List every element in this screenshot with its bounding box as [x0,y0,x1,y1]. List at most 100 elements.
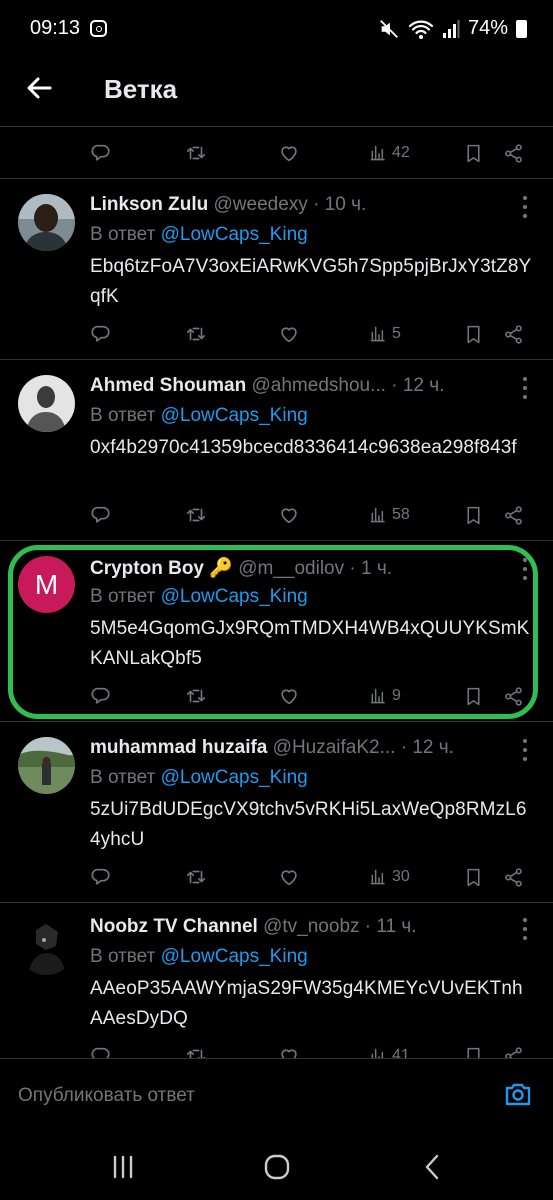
like-button[interactable] [278,314,300,354]
retweet-icon [185,1045,207,1058]
reply-to-link[interactable]: @LowCaps_King [161,946,308,967]
page-title: Ветка [104,74,178,104]
reply-button[interactable] [90,495,112,535]
avatar[interactable] [18,194,75,251]
recents-icon[interactable] [108,1152,138,1182]
reply-button[interactable] [90,1036,112,1058]
views-button[interactable]: 30 [369,857,410,897]
avatar[interactable] [18,737,75,794]
reply-context: В ответ @LowCaps_King [90,767,308,789]
author-handle[interactable]: @weedexy [214,194,308,215]
avatar[interactable]: M [18,556,75,613]
author-name[interactable]: Noobz TV Channel [90,916,258,937]
bookmark-icon [463,1046,484,1059]
retweet-button[interactable] [185,133,207,173]
share-icon [503,867,524,888]
author-handle[interactable]: @ahmedshou... [252,375,386,396]
retweet-icon [185,504,207,526]
like-button[interactable] [278,133,300,173]
views-button[interactable]: 42 [369,133,410,173]
tweet-time: · 12 ч. [391,375,445,396]
like-icon [278,866,300,888]
bookmark-button[interactable] [463,314,484,354]
tweet-header: Ahmed Shouman @ahmedshou... · 12 ч. [90,375,510,397]
more-icon[interactable] [518,377,532,399]
home-icon[interactable] [262,1152,292,1182]
more-icon[interactable] [518,558,532,580]
reply-input[interactable] [18,1085,418,1107]
signal-icon [442,19,460,38]
author-name[interactable]: Ahmed Shouman [90,375,246,396]
bookmark-button[interactable] [463,133,484,173]
reply-to-link[interactable]: @LowCaps_King [161,405,308,426]
avatar[interactable] [18,375,75,432]
reply-icon [90,504,112,526]
retweet-icon [185,866,207,888]
share-button[interactable] [503,495,524,535]
more-icon[interactable] [518,739,532,761]
bookmark-icon [463,505,484,526]
like-button[interactable] [278,857,300,897]
reply-to-link[interactable]: @LowCaps_King [161,224,308,245]
views-button[interactable]: 41 [369,1036,410,1058]
retweet-button[interactable] [185,314,207,354]
tweet[interactable]: M Crypton Boy 🔑 @m__odilov · 1 ч. В отве… [0,540,553,720]
tweet-header: Linkson Zulu @weedexy · 10 ч. [90,194,510,216]
reply-button[interactable] [90,857,112,897]
bookmark-button[interactable] [463,857,484,897]
back-arrow-icon[interactable] [20,68,60,108]
author-name[interactable]: muhammad huzaifa [90,737,267,758]
author-handle[interactable]: @tv_noobz [263,916,359,937]
views-button[interactable]: 58 [369,495,410,535]
like-button[interactable] [278,1036,300,1058]
retweet-button[interactable] [185,857,207,897]
avatar[interactable] [18,918,75,975]
status-time: 09:13 [30,17,81,39]
like-button[interactable] [278,676,300,716]
tweet-header: Crypton Boy 🔑 @m__odilov · 1 ч. [90,556,510,580]
views-icon [369,143,389,163]
camera-icon[interactable] [503,1079,533,1109]
share-button[interactable] [503,676,524,716]
views-count: 9 [392,687,401,704]
share-icon [503,505,524,526]
views-button[interactable]: 9 [369,676,401,716]
reply-context: В ответ @LowCaps_King [90,405,308,427]
tweet[interactable]: Linkson Zulu @weedexy · 10 ч. В ответ @L… [0,178,553,358]
tweet-time: · 11 ч. [364,916,417,937]
more-icon[interactable] [518,196,532,218]
tweet[interactable]: muhammad huzaifa @HuzaifaK2... · 12 ч. В… [0,721,553,901]
reply-button[interactable] [90,133,112,173]
reply-prefix: В ответ [90,586,156,607]
reply-icon [90,323,112,345]
tweet-text: 0xf4b2970c41359bcecd8336414c9638ea298f84… [90,437,517,458]
retweet-button[interactable] [185,495,207,535]
reply-button[interactable] [90,676,112,716]
tweet-text: AAeoP35AAWYmjaS29FW35g4KMEYcVUvEKTnhAAes… [90,978,523,1029]
bookmark-button[interactable] [463,1036,484,1058]
system-nav-bar [0,1124,553,1200]
tweet[interactable]: Ahmed Shouman @ahmedshou... · 12 ч. В от… [0,359,553,539]
author-name[interactable]: Crypton Boy 🔑 [90,558,233,579]
author-name[interactable]: Linkson Zulu [90,194,208,215]
author-handle[interactable]: @m__odilov [238,558,344,579]
bookmark-button[interactable] [463,676,484,716]
tweet-text: 5zUi7BdUDEgcVX9tchv5vRKHi5LaxWeQp8RMzL64… [90,799,527,850]
reply-to-link[interactable]: @LowCaps_King [161,586,308,607]
share-button[interactable] [503,314,524,354]
retweet-button[interactable] [185,676,207,716]
action-bar: 42 [0,133,553,173]
nav-back-icon[interactable] [418,1152,448,1182]
reply-button[interactable] [90,314,112,354]
share-button[interactable] [503,133,524,173]
views-button[interactable]: 5 [369,314,401,354]
retweet-button[interactable] [185,1036,207,1058]
author-handle[interactable]: @HuzaifaK2... [273,737,396,758]
share-button[interactable] [503,1036,524,1058]
like-button[interactable] [278,495,300,535]
tweet[interactable]: Noobz TV Channel @tv_noobz · 11 ч. В отв… [0,902,553,1058]
share-button[interactable] [503,857,524,897]
more-icon[interactable] [518,918,532,940]
bookmark-button[interactable] [463,495,484,535]
reply-to-link[interactable]: @LowCaps_King [161,767,308,788]
